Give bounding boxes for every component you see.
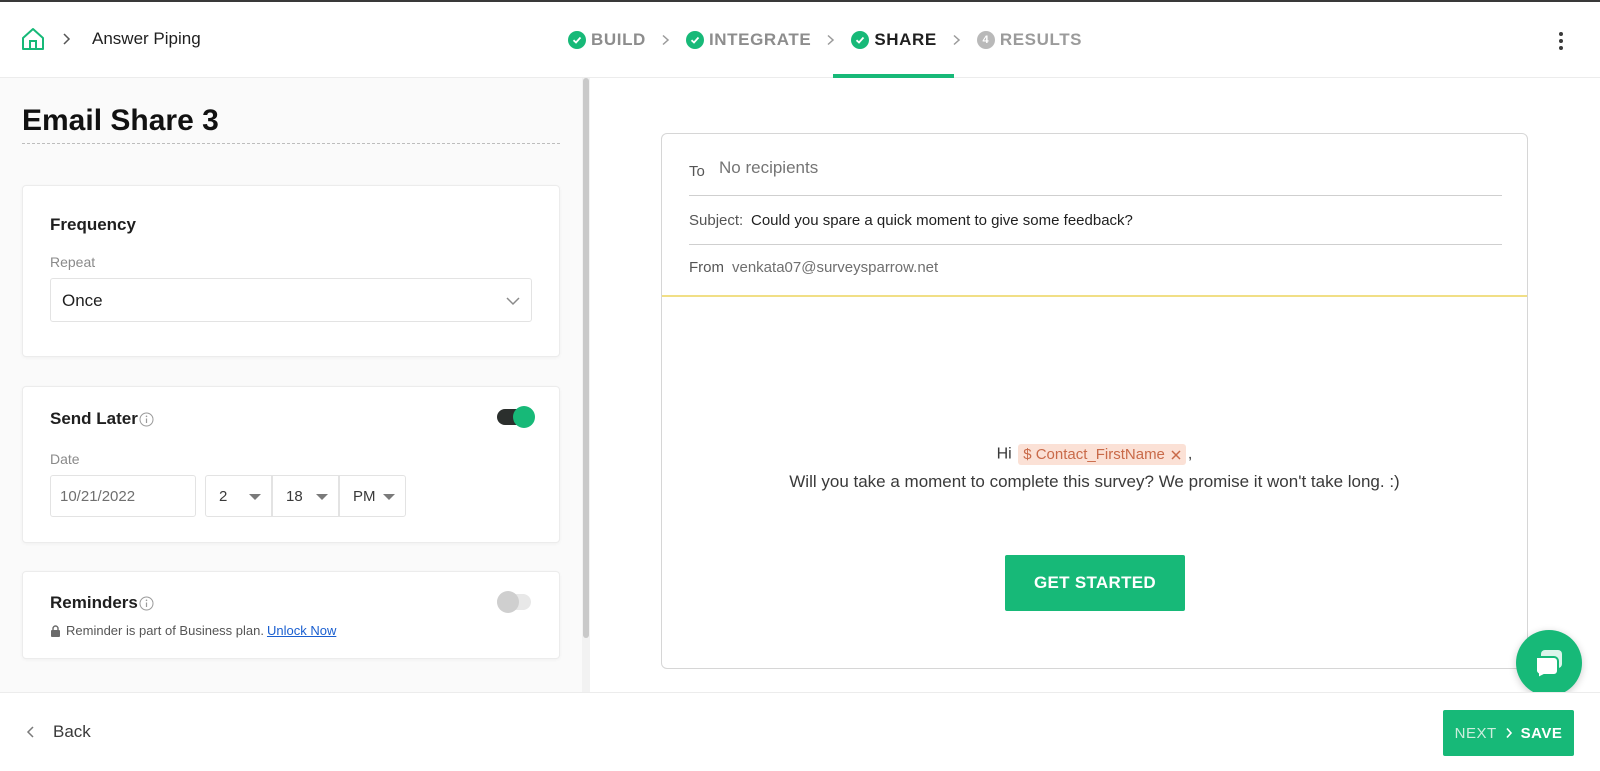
step-build[interactable]: BUILD	[568, 2, 646, 78]
subject-label: Subject:	[689, 212, 744, 229]
reminders-toggle[interactable]	[497, 591, 535, 613]
caret-down-icon	[383, 494, 395, 500]
piping-tag[interactable]: $ Contact_FirstName	[1018, 444, 1186, 465]
check-circle-icon	[851, 31, 870, 49]
toggle-knob	[497, 591, 519, 613]
piping-tag-label: $ Contact_FirstName	[1023, 446, 1165, 463]
step-label: INTEGRATE	[708, 30, 812, 49]
step-share[interactable]: SHARE	[833, 2, 954, 78]
send-later-card: Send Later Date 10/21/2022 2 18 PM	[22, 386, 560, 543]
recipients-input[interactable]	[719, 158, 1319, 178]
from-value[interactable]: venkata07@surveysparrow.net	[732, 259, 938, 276]
date-field[interactable]: 10/21/2022	[50, 475, 196, 517]
ampm-value: PM	[353, 488, 376, 505]
repeat-select[interactable]: Once	[50, 278, 532, 322]
top-header: Answer Piping BUILD INTEGRATE SHARE 4 RE…	[0, 2, 1600, 78]
chevron-right-icon	[1506, 727, 1512, 739]
chevron-right-icon	[63, 33, 71, 45]
kebab-menu-icon[interactable]	[1553, 30, 1569, 52]
next-save-button[interactable]: NEXT SAVE	[1443, 710, 1574, 756]
step-number-badge: 4	[976, 31, 995, 49]
from-label: From	[689, 259, 724, 276]
hour-value: 2	[219, 488, 228, 505]
greeting-line: Hi $ Contact_FirstName ,	[662, 444, 1527, 465]
date-value: 10/21/2022	[60, 488, 136, 505]
unlock-now-link[interactable]: Unlock Now	[267, 623, 336, 638]
page-title[interactable]: Email Share 3	[22, 104, 219, 138]
home-icon[interactable]	[20, 26, 46, 52]
back-label: Back	[53, 722, 91, 741]
caret-down-icon	[316, 494, 328, 500]
chat-icon	[1535, 650, 1562, 679]
reminder-note-text: Reminder is part of Business plan.	[66, 623, 264, 638]
lock-icon	[51, 624, 60, 637]
step-nav: BUILD INTEGRATE SHARE 4 RESULTS	[568, 2, 1082, 78]
panel-scrollbar[interactable]	[582, 78, 590, 692]
chevron-left-icon	[26, 726, 34, 738]
info-icon[interactable]	[139, 412, 154, 427]
frequency-heading: Frequency	[50, 215, 136, 234]
chevron-right-icon	[953, 34, 960, 46]
send-later-heading: Send Later	[50, 409, 138, 428]
subject-value[interactable]: Could you spare a quick moment to give s…	[751, 212, 1133, 229]
step-label: SHARE	[874, 30, 937, 49]
ampm-select[interactable]: PM	[339, 475, 406, 517]
footer-bar: Back NEXT SAVE	[0, 692, 1600, 771]
check-circle-icon	[568, 31, 586, 49]
chevron-down-icon	[506, 297, 520, 306]
caret-down-icon	[249, 494, 261, 500]
step-label: BUILD	[591, 30, 646, 49]
email-body-text[interactable]: Will you take a moment to complete this …	[662, 472, 1527, 492]
header-divider	[662, 295, 1527, 297]
divider	[689, 195, 1502, 196]
minute-value: 18	[286, 488, 303, 505]
toggle-knob	[513, 406, 535, 428]
email-preview: To Subject: Could you spare a quick mome…	[661, 133, 1528, 669]
reminders-heading: Reminders	[50, 593, 138, 612]
date-label: Date	[50, 451, 80, 467]
greeting-suffix: ,	[1187, 445, 1193, 463]
step-label: RESULTS	[999, 30, 1083, 49]
hour-select[interactable]: 2	[205, 475, 272, 517]
step-results[interactable]: 4 RESULTS	[976, 2, 1083, 78]
info-icon[interactable]	[139, 596, 154, 611]
scrollbar-thumb[interactable]	[583, 78, 589, 638]
chat-launcher-button[interactable]	[1516, 630, 1582, 696]
breadcrumb-title[interactable]: Answer Piping	[92, 29, 201, 49]
title-underline	[22, 143, 560, 144]
check-circle-icon	[685, 31, 704, 49]
close-icon[interactable]	[1171, 449, 1181, 460]
repeat-value: Once	[62, 291, 103, 310]
save-label: SAVE	[1520, 724, 1563, 742]
send-later-toggle[interactable]	[497, 406, 535, 428]
next-label: NEXT	[1454, 724, 1497, 742]
to-label: To	[689, 163, 705, 180]
back-button[interactable]: Back	[25, 722, 91, 742]
reminder-note: Reminder is part of Business plan. Unloc…	[50, 623, 336, 638]
greeting-text: Hi	[996, 445, 1012, 463]
chevron-right-icon	[827, 34, 835, 46]
divider	[689, 244, 1502, 245]
minute-select[interactable]: 18	[272, 475, 339, 517]
frequency-card: Frequency Repeat Once	[22, 185, 560, 357]
step-integrate[interactable]: INTEGRATE	[685, 2, 812, 78]
reminders-card: Reminders Reminder is part of Business p…	[22, 571, 560, 659]
repeat-label: Repeat	[50, 254, 96, 270]
get-started-button[interactable]: GET STARTED	[1005, 555, 1185, 611]
chevron-right-icon	[662, 34, 670, 46]
